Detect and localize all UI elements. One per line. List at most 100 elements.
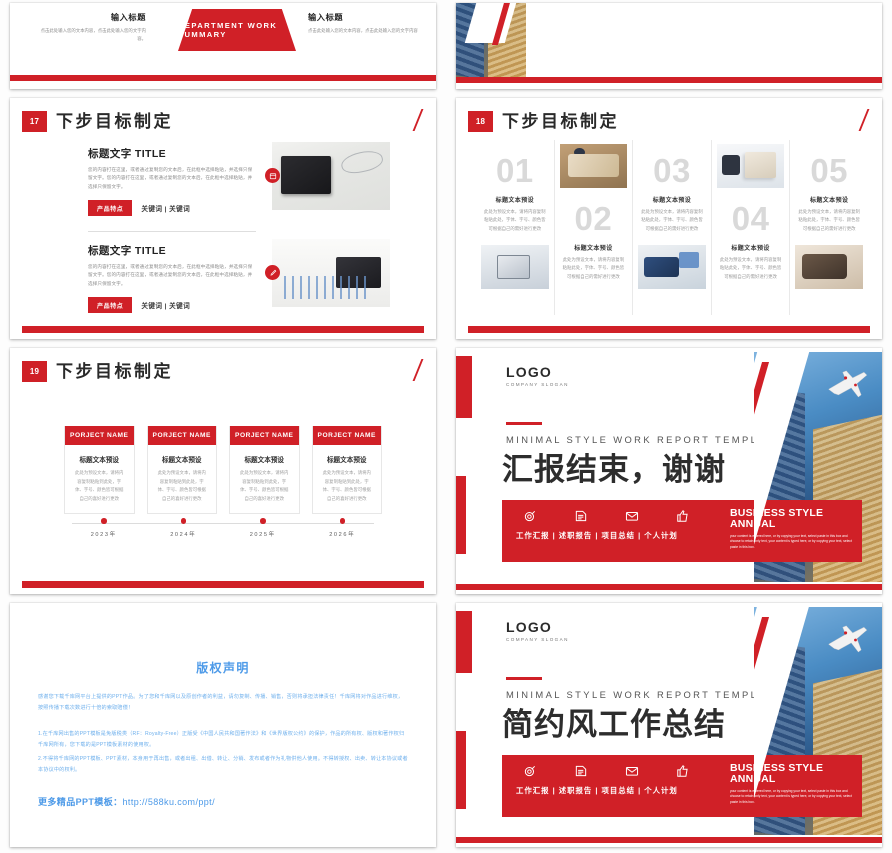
slide-banner[interactable]: 输入标题 点击此处输入您的文本内容，点击此处输入您的文字内容。 DEPARTME… [10, 3, 436, 89]
slash-icon [409, 109, 422, 131]
banner-left-title: 输入标题 [110, 13, 146, 22]
cover-left-bar-bottom [456, 731, 466, 809]
copyright-link-url[interactable]: http://588ku.com/ppt/ [123, 797, 215, 807]
cover-crop-bottom-bar [456, 77, 882, 83]
calendar-icon[interactable] [265, 168, 280, 183]
project-card[interactable]: PORJECT NAME 标题文本预设 此处为预设文本，请将内容复制粘贴到此处，… [146, 426, 217, 515]
copyright-link-label: 更多精品PPT模板： [38, 796, 123, 807]
target-icon[interactable] [522, 763, 537, 778]
thanks-icon-row [522, 508, 690, 523]
card-4-title: 标题文本预设 [326, 457, 367, 464]
timeline-dot [101, 518, 107, 524]
banner-right-title: 输入标题 [308, 13, 344, 22]
thanks-main-title: 汇报结束，谢谢 [502, 452, 726, 488]
project-card[interactable]: PORJECT NAME 标题文本预设 此处为预设文本，请将内容复制粘贴到此处，… [229, 426, 300, 515]
slash-icon [855, 109, 868, 131]
timeline-markers: 2023年 2024年 2025年 2026年 [64, 518, 382, 538]
cover-left-bar-top [456, 611, 472, 673]
slide-17[interactable]: 17 下步目标制定 标题文字 TITLE 您的内容打在这里，或者通过复制您的文本… [10, 98, 436, 339]
thanks-accent-line [506, 422, 542, 426]
card-1-head: PORJECT NAME [65, 426, 134, 445]
column-04-number: 04 [731, 200, 770, 237]
column-01-desc: 此处为预设文本，请将内容复制粘贴此处，字体、字号、颜色皆可根据自己的需好进行更改 [484, 209, 546, 231]
card-1-desc: 此处为预设文本，请将内容复制粘贴到此处，字体、字号、颜色皆可根据自己的喜好进行更… [75, 470, 124, 501]
business-line-2: ANNUAL [730, 518, 776, 531]
project-cards: PORJECT NAME 标题文本预设 此处为预设文本，请将内容复制粘贴到此处，… [64, 426, 382, 515]
card-3-desc: 此处为预设文本，请将内容复制粘贴到此处，字体、字号、颜色皆可根据自己的喜好进行更… [240, 470, 289, 501]
column-03-number: 03 [653, 152, 691, 189]
timeline-point: 2024年 [144, 518, 224, 538]
column-04: 04 标题文本预设 此处为预设文本，请将内容复制粘贴此处，字体、字号、颜色皆可根… [710, 140, 790, 315]
card-2-head: PORJECT NAME [147, 426, 216, 445]
slide-17-header: 17 下步目标制定 [22, 110, 424, 136]
thanks-left-bar-bottom [456, 476, 466, 554]
banner-bottom-bar [10, 75, 436, 81]
document-icon[interactable] [573, 508, 588, 523]
row-2-desc: 您的内容打在这里，或者通过复制您的文本后，在此框中选择粘贴，并选择只保留文字。您… [88, 264, 253, 286]
banner-trapezoid: DEPARTMENT WORK SUMMARY [178, 9, 296, 51]
thanks-logo-block: LOGO COMPANY SLOGAN [506, 364, 569, 387]
banner-right-block: 输入标题 点击此处输入您的文本内容，点击此处输入您的文字内容 [308, 11, 418, 35]
column-01-number: 01 [495, 152, 534, 189]
copyright-title: 版权声明 [196, 661, 250, 675]
copyright-paragraph: 感谢您下载千库网平台上提供的PPT作品。为了您和千库网以及原创作者的利益，请勿复… [38, 694, 404, 712]
banner-left-desc: 点击此处输入您的文本内容，点击此处输入您的文字内容。 [40, 28, 146, 41]
company-slogan: COMPANY SLOGAN [506, 637, 569, 642]
card-2-desc: 此处为预设文本，请将内容复制粘贴到此处，字体、字号、颜色皆可根据自己的喜好进行更… [157, 470, 206, 501]
column-03-heading: 标题文本预设 [652, 198, 692, 204]
cover-icon-row [522, 763, 690, 778]
mail-icon[interactable] [624, 763, 639, 778]
project-card[interactable]: PORJECT NAME 标题文本预设 此处为预设文本，请将内容复制粘贴到此处，… [64, 426, 135, 515]
slide-cover-cropped[interactable] [456, 3, 882, 89]
ppt-thumbnail-grid: 输入标题 点击此处输入您的文本内容，点击此处输入您的文字内容。 DEPARTME… [0, 0, 892, 853]
thanks-info-panel: 工作汇报 | 述职报告 | 项目总结 | 个人计划 BUSINESS STYLE… [502, 500, 862, 562]
timeline-dot [180, 518, 186, 524]
slide-cover[interactable]: LOGO COMPANY SLOGAN MINIMAL STYLE WORK R… [456, 603, 882, 847]
thanks-icon-labels: 工作汇报 | 述职报告 | 项目总结 | 个人计划 [516, 531, 678, 540]
thumbs-up-icon[interactable] [675, 763, 690, 778]
copyright-item-1: 1.在千库网出售的PPT模板是免版税类（RF：Royalty-Free）正版受《… [38, 730, 405, 749]
slide-18-number: 18 [468, 111, 493, 132]
timeline-year-4: 2026年 [329, 531, 356, 538]
document-icon[interactable] [573, 763, 588, 778]
card-2-title: 标题文本预设 [161, 457, 202, 464]
slide-18-title: 下步目标制定 [502, 112, 619, 132]
slide-19-title: 下步目标制定 [56, 362, 173, 382]
slide-18-columns: 01 标题文本预设 此处为预设文本，请将内容复制粘贴此处，字体、字号、颜色皆可根… [476, 140, 868, 315]
slide-copyright[interactable]: 版权声明 感谢您下载千库网平台上提供的PPT作品。为了您和千库网以及原创作者的利… [10, 603, 436, 847]
slide-cell-19: 19 下步目标制定 PORJECT NAME 标题文本预设 此处为预设文本，请将… [0, 345, 446, 600]
column-01-heading: 标题文本预设 [495, 198, 534, 204]
logo-text: LOGO [506, 364, 553, 380]
copyright-link-row[interactable]: 更多精品PPT模板：http://588ku.com/ppt/ [38, 795, 408, 808]
mail-icon[interactable] [624, 508, 639, 523]
cover-main-title: 简约风工作总结 [502, 707, 726, 743]
column-02-number: 02 [574, 200, 613, 237]
airplane-icon [828, 625, 868, 653]
row-1-tag: 产品特点 [88, 200, 133, 217]
column-05-heading: 标题文本预设 [809, 198, 849, 204]
edit-icon[interactable] [265, 265, 280, 280]
thanks-bottom-bar [456, 584, 882, 590]
column-03-desc: 此处为预设文本，请将内容复制粘贴此处，字体、字号、颜色皆可根据自己的需好进行更改 [641, 209, 703, 231]
timeline-point: 2025年 [223, 518, 303, 538]
column-03: 03 标题文本预设 此处为预设文本，请将内容复制粘贴此处，字体、字号、颜色皆可根… [632, 140, 711, 315]
slide-18-bottom-bar [468, 326, 870, 333]
slide-19-bottom-bar [22, 581, 424, 588]
card-4-head: PORJECT NAME [312, 426, 381, 445]
slide-thanks[interactable]: LOGO COMPANY SLOGAN MINIMAL STYLE WORK R… [456, 348, 882, 594]
slide-19[interactable]: 19 下步目标制定 PORJECT NAME 标题文本预设 此处为预设文本，请将… [10, 348, 436, 594]
slide-17-bottom-bar [22, 326, 424, 333]
thumbs-up-icon[interactable] [675, 508, 690, 523]
row-1-keywords: 关键词 | 关键词 [141, 206, 191, 214]
row-2-photo [272, 239, 390, 307]
target-icon[interactable] [522, 508, 537, 523]
slide-18[interactable]: 18 下步目标制定 01 标题文本预设 此处为预设文本，请将内容复制粘贴此处，字… [456, 98, 882, 339]
copyright-item-2: 2.不得将千库网的PPT模板、PPT素材，本身用于再出售，或者出租、出借、转让、… [38, 755, 408, 774]
cover-business-block: BUSINESS STYLE ANNUAL your content is en… [730, 762, 856, 805]
project-card[interactable]: PORJECT NAME 标题文本预设 此处为预设文本，请将内容复制粘贴到此处，… [311, 426, 382, 515]
timeline-dot [260, 518, 266, 524]
column-02: 02 标题文本预设 此处为预设文本，请将内容复制粘贴此处，字体、字号、颜色皆可根… [553, 140, 633, 315]
card-3-title: 标题文本预设 [244, 457, 285, 464]
company-slogan: COMPANY SLOGAN [506, 382, 569, 387]
slide-cell-thanks: LOGO COMPANY SLOGAN MINIMAL STYLE WORK R… [446, 345, 892, 600]
